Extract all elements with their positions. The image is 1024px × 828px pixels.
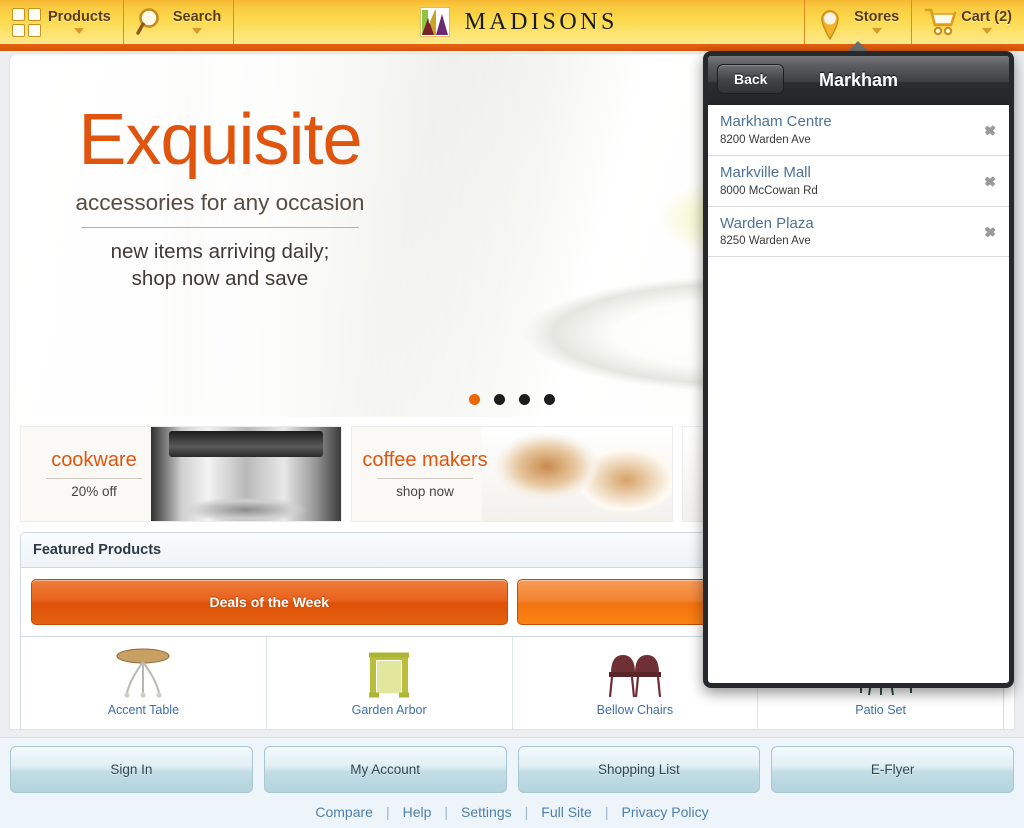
footer-link-privacy-policy[interactable]: Privacy Policy bbox=[621, 804, 708, 820]
chevron-down-icon bbox=[192, 27, 203, 34]
nav-stores-label: Stores bbox=[854, 9, 900, 26]
footer-bar: Sign In My Account Shopping List E-Flyer… bbox=[0, 737, 1024, 828]
header-accent-rule bbox=[0, 44, 1024, 51]
store-list-item[interactable]: Warden Plaza 8250 Warden Ave bbox=[708, 207, 1009, 258]
chevron-right-icon bbox=[985, 122, 996, 138]
carousel-dot-2[interactable] bbox=[494, 394, 505, 405]
panel-header: Back Markham bbox=[708, 56, 1009, 105]
brand-name: MADISONS bbox=[464, 8, 618, 35]
footer-link-separator: | bbox=[385, 804, 390, 820]
product-card[interactable]: Accent Table bbox=[21, 637, 267, 729]
nav-products-button[interactable]: Products bbox=[0, 0, 124, 44]
nav-search-button[interactable]: Search bbox=[124, 0, 235, 44]
store-list-item[interactable]: Markham Centre 8200 Warden Ave bbox=[708, 105, 1009, 156]
hero-subtitle: accessories for any occasion bbox=[75, 190, 365, 215]
promo-divider bbox=[46, 478, 142, 479]
footer-link-compare[interactable]: Compare bbox=[315, 804, 373, 820]
my-account-button[interactable]: My Account bbox=[263, 746, 507, 793]
product-card[interactable]: Garden Arbor bbox=[267, 637, 513, 729]
footer-link-help[interactable]: Help bbox=[403, 804, 432, 820]
chevron-down-icon bbox=[74, 27, 85, 34]
product-name: Garden Arbor bbox=[351, 703, 427, 717]
footer-link-separator: | bbox=[444, 804, 449, 820]
store-list-item[interactable]: Markville Mall 8000 McCowan Rd bbox=[708, 156, 1009, 207]
nav-search-label: Search bbox=[172, 9, 222, 26]
store-list: Markham Centre 8200 Warden Ave Markville… bbox=[708, 105, 1009, 258]
hero-title: Exquisite bbox=[78, 100, 362, 180]
promo-tile-cookware[interactable]: cookware 20% off bbox=[20, 426, 342, 522]
promo-sub: 20% off bbox=[71, 484, 117, 499]
panel-back-button[interactable]: Back bbox=[717, 64, 785, 94]
chevron-down-icon bbox=[871, 27, 882, 34]
stainless-pot-photo bbox=[151, 427, 341, 521]
garden-arbor-thumb bbox=[349, 643, 429, 699]
hero-line-2: shop now and save bbox=[131, 267, 309, 291]
chevron-down-icon bbox=[981, 27, 992, 34]
carousel-dot-3[interactable] bbox=[519, 394, 530, 405]
nav-products-label: Products bbox=[48, 9, 111, 26]
footer-link-separator: | bbox=[604, 804, 609, 820]
madisons-logo-icon bbox=[420, 7, 451, 37]
store-address: 8000 McCowan Rd bbox=[720, 184, 818, 197]
footer-link-full-site[interactable]: Full Site bbox=[541, 804, 592, 820]
nav-cart-button[interactable]: Cart (2) bbox=[911, 0, 1024, 44]
footer-link-separator: | bbox=[524, 804, 529, 820]
store-name: Markham Centre bbox=[720, 113, 832, 130]
hero-copy: Exquisite accessories for any occasion n… bbox=[10, 104, 430, 293]
footer-buttons: Sign In My Account Shopping List E-Flyer bbox=[0, 738, 1024, 793]
product-name: Bellow Chairs bbox=[596, 703, 674, 717]
chevron-right-icon bbox=[985, 223, 996, 239]
product-name: Accent Table bbox=[107, 703, 180, 717]
carousel-dot-4[interactable] bbox=[544, 394, 555, 405]
store-address: 8200 Warden Ave bbox=[720, 133, 811, 146]
nav-cart-label: Cart (2) bbox=[961, 9, 1012, 26]
shopping-cart-icon bbox=[924, 6, 957, 38]
footer-links: Compare | Help | Settings | Full Site | … bbox=[0, 804, 1024, 820]
store-address: 8250 Warden Ave bbox=[720, 235, 811, 248]
promo-tile-coffee-makers[interactable]: coffee makers shop now bbox=[351, 426, 673, 522]
store-name: Markville Mall bbox=[720, 163, 811, 181]
brand-logo[interactable]: MADISONS bbox=[234, 0, 804, 44]
chevron-right-icon bbox=[985, 173, 996, 189]
carousel-dot-1[interactable] bbox=[469, 394, 480, 405]
grid-icon bbox=[12, 7, 41, 37]
promo-heading: cookware bbox=[51, 449, 137, 471]
store-name: Warden Plaza bbox=[720, 214, 814, 232]
sign-in-button[interactable]: Sign In bbox=[10, 746, 253, 793]
e-flyer-button[interactable]: E-Flyer bbox=[771, 746, 1014, 793]
accent-table-thumb bbox=[103, 643, 183, 699]
footer-link-settings[interactable]: Settings bbox=[461, 804, 512, 820]
shopping-list-button[interactable]: Shopping List bbox=[517, 746, 761, 793]
latte-cups-photo bbox=[482, 427, 672, 521]
stores-dropdown-panel: Back Markham Markham Centre 8200 Warden … bbox=[703, 41, 1014, 688]
promo-sub: shop now bbox=[396, 484, 454, 499]
hero-divider bbox=[81, 227, 359, 228]
promo-heading: coffee makers bbox=[362, 449, 488, 471]
nav-stores-button[interactable]: Stores bbox=[804, 0, 911, 44]
top-navigation-bar: Products Search MADISONS Stores Cart (2) bbox=[0, 0, 1024, 44]
map-pin-icon bbox=[817, 6, 847, 41]
panel-title: Markham bbox=[818, 70, 899, 90]
tab-deals-of-the-week[interactable]: Deals of the Week bbox=[31, 579, 508, 625]
bellow-chairs-thumb bbox=[595, 643, 675, 699]
promo-divider bbox=[377, 478, 473, 479]
product-name: Patio Set bbox=[855, 703, 906, 717]
hero-line-1: new items arriving daily; bbox=[110, 240, 330, 263]
mobile-storefront-page: Products Search MADISONS Stores Cart (2)… bbox=[0, 0, 1024, 828]
search-icon bbox=[136, 6, 166, 38]
